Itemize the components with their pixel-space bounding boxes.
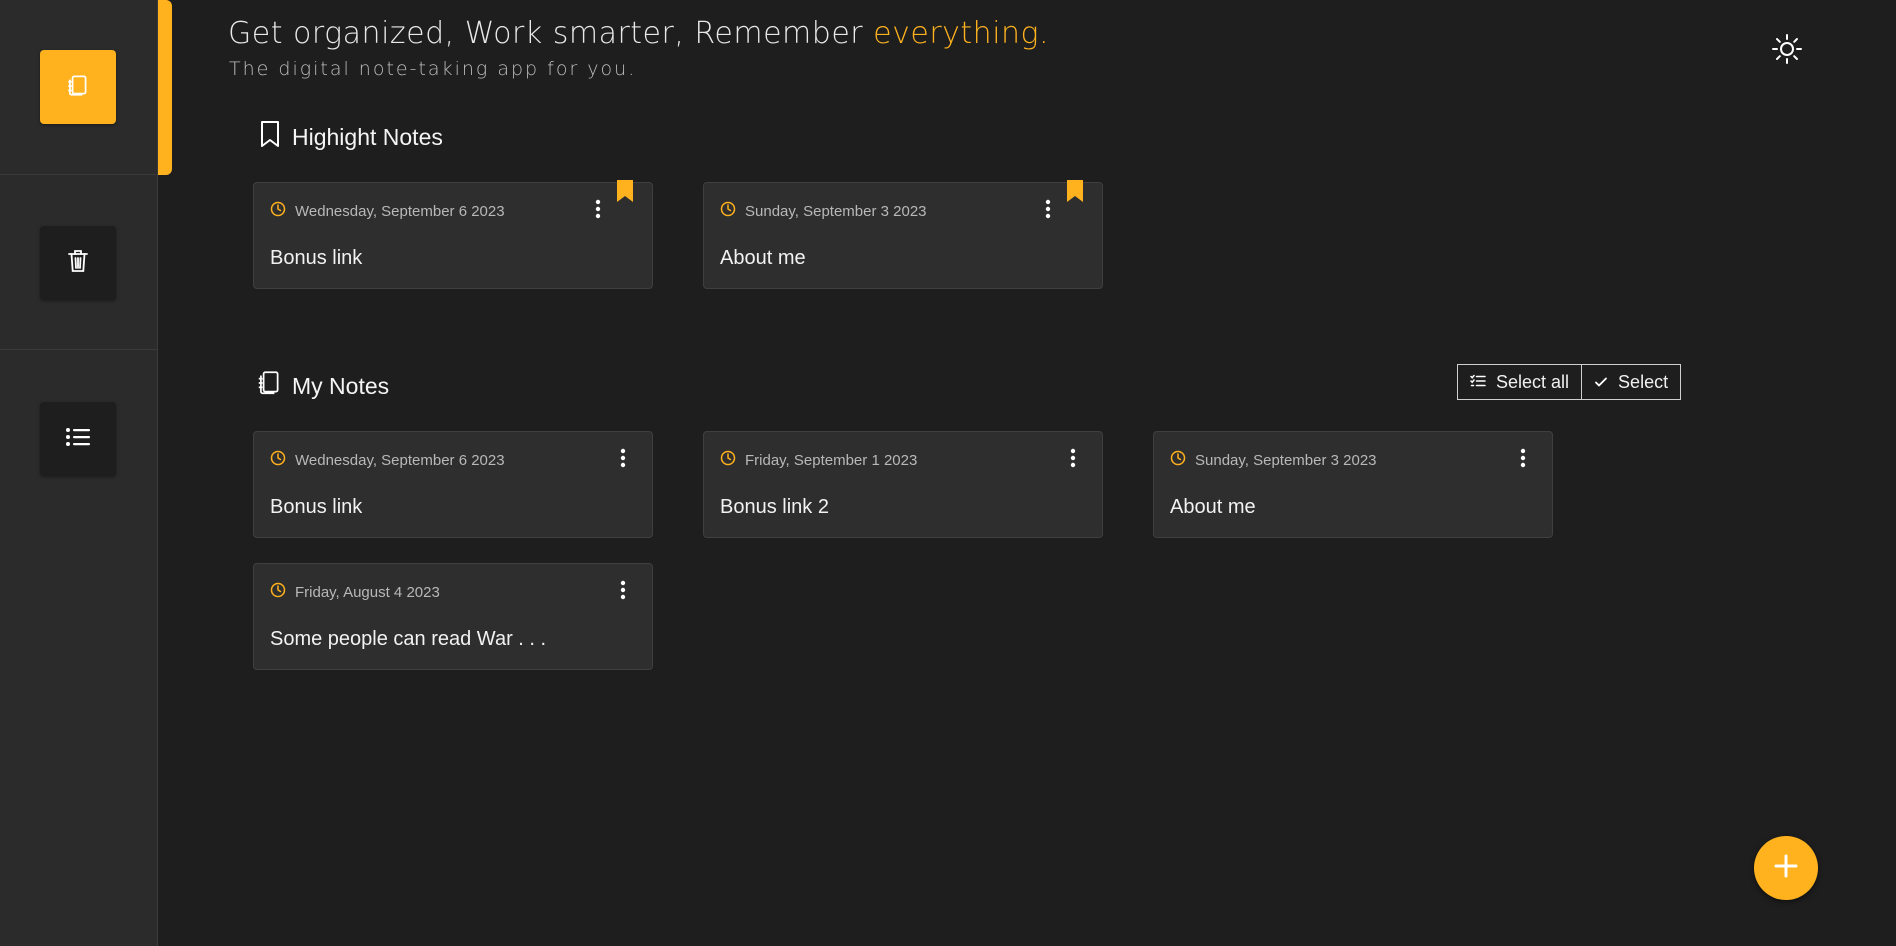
note-date-row: Friday, September 1 2023 <box>720 450 917 470</box>
clock-icon <box>720 201 736 221</box>
sidebar-section-list <box>0 350 158 525</box>
note-menu-button[interactable] <box>1038 199 1058 223</box>
note-date-row: Sunday, September 3 2023 <box>720 201 927 221</box>
note-title: Some people can read War . . . <box>270 628 547 650</box>
bookmark-filled-icon[interactable] <box>1066 180 1084 206</box>
notes-icon <box>65 72 91 102</box>
sidebar-item-trash[interactable] <box>40 226 116 300</box>
select-all-label: Select all <box>1496 371 1570 392</box>
selection-controls: Select all Select <box>1457 364 1682 400</box>
more-vertical-icon <box>1070 448 1076 472</box>
clock-icon <box>270 582 286 602</box>
note-card[interactable]: Friday, September 1 2023 Bonus link 2 <box>703 431 1103 538</box>
note-menu-button[interactable] <box>613 580 633 604</box>
highlight-note-card[interactable]: Wednesday, September 6 2023 Bonus link <box>253 180 653 289</box>
headline-accent: everything. <box>873 16 1050 51</box>
note-card[interactable]: Sunday, September 3 2023 About me <box>1153 431 1553 538</box>
note-date: Sunday, September 3 2023 <box>745 202 927 220</box>
note-date: Wednesday, September 6 2023 <box>295 202 505 220</box>
my-notes-title-text: My Notes <box>292 372 390 399</box>
note-date: Friday, August 4 2023 <box>295 583 440 601</box>
note-menu-button[interactable] <box>1513 448 1533 472</box>
sidebar-item-notes[interactable] <box>40 50 116 124</box>
sidebar-section-trash <box>0 175 158 350</box>
more-vertical-icon <box>1520 448 1526 472</box>
theme-toggle-button[interactable] <box>1770 34 1804 68</box>
highlight-section-title: Highight Notes <box>258 120 443 154</box>
sidebar-item-list[interactable] <box>40 402 116 476</box>
clock-icon <box>1170 450 1186 470</box>
sun-icon <box>1771 33 1803 69</box>
clock-icon <box>720 450 736 470</box>
note-title: About me <box>720 247 806 269</box>
note-date-row: Friday, August 4 2023 <box>270 582 440 602</box>
page-headline: Get organized, Work smarter, Remember ev… <box>228 16 1049 51</box>
sidebar-section-notes <box>0 0 158 175</box>
add-note-button[interactable] <box>1754 836 1818 900</box>
headline-text: Get organized, Work smarter, Remember <box>228 16 874 51</box>
clock-icon <box>270 201 286 221</box>
more-vertical-icon <box>595 199 601 223</box>
check-icon <box>1594 372 1608 393</box>
active-indicator <box>158 0 172 175</box>
note-date-row: Wednesday, September 6 2023 <box>270 450 505 470</box>
note-date-row: Sunday, September 3 2023 <box>1170 450 1377 470</box>
select-label: Select <box>1618 371 1669 392</box>
note-menu-button[interactable] <box>613 448 633 472</box>
note-card[interactable]: Friday, August 4 2023 Some people can re… <box>253 563 653 670</box>
note-title: Bonus link 2 <box>720 496 829 518</box>
select-button[interactable]: Select <box>1581 365 1680 399</box>
clock-icon <box>270 450 286 470</box>
sidebar <box>0 0 158 946</box>
note-date: Sunday, September 3 2023 <box>1195 451 1377 469</box>
notes-icon <box>256 369 282 403</box>
note-date: Friday, September 1 2023 <box>745 451 918 469</box>
page-subtitle: The digital note-taking app for you. <box>229 58 637 80</box>
more-vertical-icon <box>620 448 626 472</box>
bookmark-outline-icon <box>258 120 282 154</box>
note-card[interactable]: Wednesday, September 6 2023 Bonus link <box>253 431 653 538</box>
highlight-note-card[interactable]: Sunday, September 3 2023 About me <box>703 180 1103 289</box>
more-vertical-icon <box>620 580 626 604</box>
note-menu-button[interactable] <box>588 199 608 223</box>
note-date: Wednesday, September 6 2023 <box>295 451 505 469</box>
checklist-icon <box>1470 372 1486 393</box>
trash-icon <box>66 248 90 278</box>
note-title: Bonus link <box>270 496 363 518</box>
note-menu-button[interactable] <box>1063 448 1083 472</box>
bookmark-filled-icon[interactable] <box>616 180 634 206</box>
list-icon <box>65 426 91 452</box>
plus-icon <box>1773 853 1799 883</box>
note-title: About me <box>1170 496 1256 518</box>
note-date-row: Wednesday, September 6 2023 <box>270 201 505 221</box>
my-notes-section-title: My Notes <box>256 369 389 403</box>
note-title: Bonus link <box>270 247 363 269</box>
select-all-button[interactable]: Select all <box>1458 365 1581 399</box>
highlight-title-text: Highight Notes <box>292 123 443 150</box>
more-vertical-icon <box>1045 199 1051 223</box>
